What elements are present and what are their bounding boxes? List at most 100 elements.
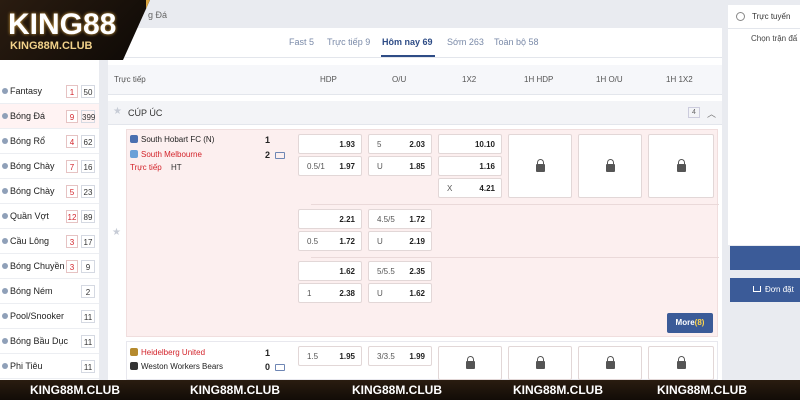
away-score: 2 (265, 150, 271, 160)
star-icon[interactable]: ★ (112, 227, 121, 238)
sport-icon (2, 238, 8, 244)
live-count: 4 (66, 134, 78, 148)
odds-ou-under[interactable]: U 1.85 (368, 156, 432, 176)
sport-icon (2, 138, 8, 144)
bet-slip-label: Đơn đặt (765, 285, 794, 294)
chevron-up-icon[interactable]: ︿ (707, 107, 716, 120)
sport-icon (2, 113, 8, 119)
live-stream-icon[interactable] (275, 152, 285, 159)
odds-line: 5/5.5 (377, 267, 395, 276)
lock-body (677, 164, 686, 172)
live-count: 1 (66, 84, 78, 98)
market-locked (508, 134, 572, 198)
odds-hdp-away[interactable]: 1 2.38 (298, 283, 362, 303)
odds-1x2-away[interactable]: 1.16 (438, 156, 502, 176)
sidebar-item-tennis[interactable]: Quần Vợt 12 89 (0, 204, 99, 229)
odds-ou-under[interactable]: U 2.19 (368, 231, 432, 251)
sidebar-item-badminton[interactable]: Cầu Lông 3 17 (0, 229, 99, 254)
odds-value: 1.99 (409, 352, 425, 361)
sidebar-item-rugby[interactable]: Bóng Bầu Dục 11 (0, 329, 99, 354)
odds-ou-over[interactable]: 4.5/5 1.72 (368, 209, 432, 229)
home-team[interactable]: Heidelberg United (130, 348, 205, 357)
tab-early[interactable]: Sớm 263 (447, 37, 484, 47)
sidebar-item-snooker[interactable]: Pool/Snooker 11 (0, 304, 99, 329)
odds-value: 1.93 (339, 140, 355, 149)
sidebar-item-fantasy[interactable]: Fantasy 1 50 (0, 79, 99, 104)
odds-value: 2.19 (409, 237, 425, 246)
lock-body (677, 361, 686, 369)
market-locked (648, 346, 714, 380)
odds-ou-over[interactable]: 5 2.03 (368, 134, 432, 154)
live-stream-icon[interactable] (275, 364, 285, 371)
breadcrumb[interactable]: g Đá (148, 10, 167, 20)
more-count: (8) (694, 318, 705, 327)
odds-ou-under[interactable]: U 1.62 (368, 283, 432, 303)
sidebar-item-darts[interactable]: Phi Tiêu 11 (0, 354, 99, 379)
odds-panel: Fast 5 Trực tiếp 9 Hôm nay 69 Sớm 263 To… (108, 28, 722, 380)
sidebar-item-handball[interactable]: Bóng Ném 2 (0, 279, 99, 304)
sidebar-item-label: Bóng Bầu Dục (10, 336, 69, 346)
odds-value: 2.35 (409, 267, 425, 276)
odds-hdp-home[interactable]: 1.5 1.95 (298, 346, 362, 366)
logo-brand-text: KING88 (8, 8, 117, 41)
tab-fast5[interactable]: Fast 5 (289, 37, 314, 47)
sidebar-item-label: Bóng Ném (10, 286, 53, 296)
tab-today[interactable]: Hôm nay 69 (382, 37, 433, 47)
active-tab-indicator (381, 55, 435, 57)
col-1h-hdp: 1H HDP (524, 75, 554, 84)
sidebar-item-volleyball[interactable]: Bóng Chuyền 3 9 (0, 254, 99, 279)
away-team-name: Weston Workers Bears (141, 362, 223, 371)
live-tab-label[interactable]: Trực tuyến (752, 12, 790, 21)
sport-icon (2, 338, 8, 344)
col-hdp: HDP (320, 75, 337, 84)
odds-value: 1.72 (409, 215, 425, 224)
league-header[interactable]: ★ CÚP ÚC 4 ︿ (108, 101, 722, 125)
choose-match-label[interactable]: Chọn trận đấ (751, 34, 797, 43)
odds-value: 1.95 (339, 352, 355, 361)
live-count: 3 (66, 259, 78, 273)
column-header-row: Trực tiếp HDP O/U 1X2 1H HDP 1H O/U 1H 1… (108, 65, 722, 95)
sidebar-item-football[interactable]: Bóng Đá 9 399 (0, 104, 99, 129)
tab-all[interactable]: Toàn bộ 58 (494, 37, 539, 47)
odds-hdp-home[interactable]: 1.93 (298, 134, 362, 154)
col-live: Trực tiếp (114, 75, 146, 84)
sidebar-item-baseball[interactable]: Bóng Chày 7 16 (0, 154, 99, 179)
odds-line: U (377, 237, 383, 246)
odds-hdp-away[interactable]: 0.5 1.72 (298, 231, 362, 251)
total-count: 23 (81, 184, 95, 198)
sidebar-item-baseball-2[interactable]: Bóng Chày 5 23 (0, 179, 99, 204)
sidebar-item-label: Bóng Chày (10, 161, 55, 171)
odds-hdp-home[interactable]: 1.62 (298, 261, 362, 281)
odds-ou-over[interactable]: 3/3.5 1.99 (368, 346, 432, 366)
watermark-banner: KING88M.CLUB KING88M.CLUB KING88M.CLUB K… (0, 380, 800, 400)
odds-value: 10.10 (474, 140, 495, 149)
odds-hdp-home[interactable]: 2.21 (298, 209, 362, 229)
broadcast-icon (736, 12, 745, 21)
home-team[interactable]: South Hobart FC (N) (130, 135, 214, 144)
total-count: 16 (81, 159, 95, 173)
more-markets-button[interactable]: More(8) (667, 313, 713, 333)
away-team[interactable]: Weston Workers Bears (130, 362, 223, 371)
row-divider (311, 204, 719, 205)
sidebar-item-label: Cầu Lông (10, 236, 50, 246)
odds-ou-over[interactable]: 5/5.5 2.35 (368, 261, 432, 281)
watermark-text: KING88M.CLUB (30, 383, 121, 397)
tab-live[interactable]: Trực tiếp 9 (327, 37, 370, 47)
star-icon[interactable]: ★ (113, 106, 122, 117)
sport-icon (2, 313, 8, 319)
tab-bar: Fast 5 Trực tiếp 9 Hôm nay 69 Sớm 263 To… (108, 28, 722, 58)
panel-toggle-button[interactable] (730, 246, 800, 270)
team-crest-icon (130, 135, 138, 143)
home-score: 1 (265, 348, 271, 358)
bet-slip-button[interactable]: Đơn đặt (730, 278, 800, 302)
market-locked (648, 134, 714, 198)
odds-value: 1.62 (409, 289, 425, 298)
sidebar-item-basketball[interactable]: Bóng Rổ 4 62 (0, 129, 99, 154)
away-team[interactable]: South Melbourne (130, 150, 202, 159)
odds-1x2-draw[interactable]: X 4.21 (438, 178, 502, 198)
odds-hdp-away[interactable]: 0.5/1 1.97 (298, 156, 362, 176)
team-crest-icon (130, 348, 138, 356)
watermark-text: KING88M.CLUB (190, 383, 281, 397)
divider (728, 28, 800, 29)
odds-1x2-home[interactable]: 10.10 (438, 134, 502, 154)
